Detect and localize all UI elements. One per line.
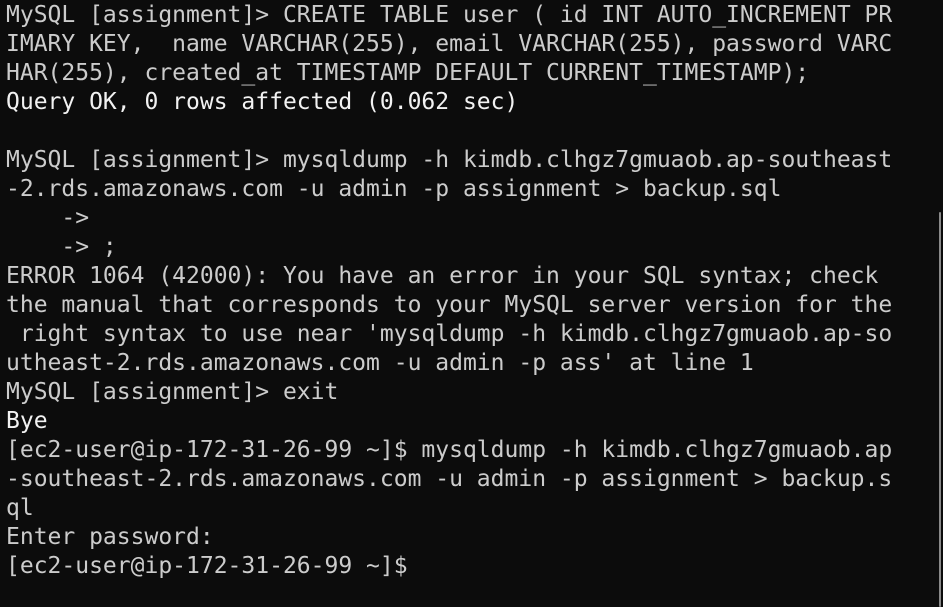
terminal-line: -> ;	[6, 234, 117, 260]
terminal-line: Enter password:	[6, 524, 214, 550]
terminal-window[interactable]: MySQL [assignment]> CREATE TABLE user ( …	[0, 0, 943, 607]
terminal-line: MySQL [assignment]> CREATE TABLE user ( …	[6, 2, 893, 28]
terminal-line: ERROR 1064 (42000): You have an error in…	[6, 263, 879, 289]
terminal-line: right syntax to use near 'mysqldump -h k…	[6, 321, 893, 347]
terminal-line: Bye	[6, 408, 48, 434]
terminal-line: MySQL [assignment]> exit	[6, 379, 339, 405]
terminal-line: ql	[6, 495, 34, 521]
terminal-line: -southeast-2.rds.amazonaws.com -u admin …	[6, 466, 893, 492]
terminal-line: the manual that corresponds to your MySQ…	[6, 292, 893, 318]
terminal-line: IMARY KEY, name VARCHAR(255), email VARC…	[6, 31, 893, 57]
terminal-line: [ec2-user@ip-172-31-26-99 ~]$ mysqldump …	[6, 437, 893, 463]
terminal-line: -2.rds.amazonaws.com -u admin -p assignm…	[6, 176, 782, 202]
terminal-line: MySQL [assignment]> mysqldump -h kimdb.c…	[6, 147, 893, 173]
vertical-scrollbar[interactable]	[939, 212, 941, 607]
terminal-prompt-line[interactable]: [ec2-user@ip-172-31-26-99 ~]$	[0, 552, 943, 581]
terminal-line: utheast-2.rds.amazonaws.com -u admin -p …	[6, 350, 754, 376]
terminal-line: Query OK, 0 rows affected (0.062 sec)	[6, 89, 519, 115]
terminal-line: ->	[6, 205, 90, 231]
terminal-line: HAR(255), created_at TIMESTAMP DEFAULT C…	[6, 60, 810, 86]
